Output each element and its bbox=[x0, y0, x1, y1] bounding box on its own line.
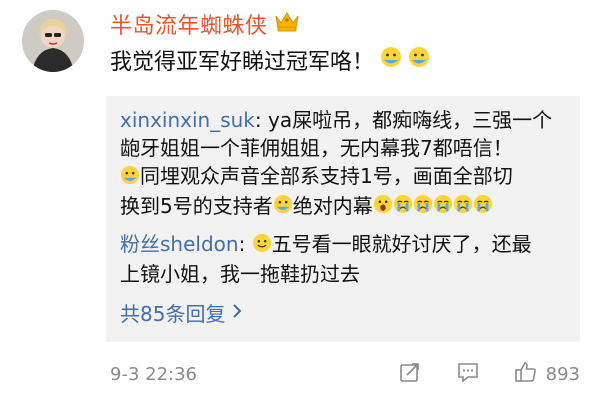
face-emoji-icon bbox=[380, 46, 402, 74]
reply-line: 上镜小姐，我一拖鞋扔过去 bbox=[120, 261, 360, 286]
crying-emoji-icon bbox=[453, 193, 473, 221]
crown-icon bbox=[274, 10, 300, 38]
crying-emoji-icon bbox=[433, 193, 453, 221]
shocked-emoji-icon bbox=[373, 193, 393, 221]
reply-line: 龅牙姐姐一个菲佣姐姐，无内幕我7都唔信！ bbox=[120, 136, 513, 160]
comment-text-row: 我觉得亚军好睇过冠军咯！ bbox=[110, 44, 430, 76]
smile-emoji-icon bbox=[252, 232, 272, 260]
avatar[interactable] bbox=[22, 10, 84, 72]
more-replies-label: 共85条回复 bbox=[120, 302, 226, 326]
more-replies-link[interactable]: 共85条回复 bbox=[120, 298, 243, 327]
comment-button[interactable] bbox=[456, 360, 480, 389]
reply-text: 换到5号的支持者 bbox=[120, 193, 273, 218]
reply-text: 同埋观众声音全部系支持1号，画面全部切 bbox=[140, 164, 513, 188]
reply-line: 换到5号的支持者 绝对内幕 bbox=[120, 192, 570, 222]
reply-box: xinxinxin_suk: ya屎啦吊，都痴嗨线，三强一个 龅牙姐姐一个菲佣姐… bbox=[106, 96, 580, 342]
username[interactable]: 半岛流年蜘蛛侠 bbox=[110, 8, 268, 40]
reply-separator: : bbox=[238, 232, 252, 256]
comment-text: 我觉得亚军好睇过冠军咯！ bbox=[110, 50, 375, 75]
username-row: 半岛流年蜘蛛侠 bbox=[110, 8, 300, 40]
face-emoji-icon bbox=[120, 164, 140, 192]
reply-author[interactable]: 粉丝sheldon bbox=[120, 232, 239, 256]
reply-item: xinxinxin_suk: ya屎啦吊，都痴嗨线，三强一个 龅牙姐姐一个菲佣姐… bbox=[120, 106, 570, 221]
like-count: 893 bbox=[545, 363, 580, 385]
action-bar: 893 bbox=[398, 360, 580, 388]
chevron-right-icon bbox=[231, 301, 243, 325]
face-emoji-icon bbox=[273, 193, 293, 221]
crying-emoji-icon bbox=[393, 193, 413, 221]
reply-separator: : bbox=[254, 108, 268, 132]
like-button[interactable]: 893 bbox=[514, 360, 580, 389]
crying-emoji-icon bbox=[413, 193, 433, 221]
share-button[interactable] bbox=[398, 360, 422, 389]
reply-text: 五号看一眼就好讨厌了，还最 bbox=[271, 232, 532, 256]
reply-line: 同埋观众声音全部系支持1号，画面全部切 bbox=[120, 162, 570, 192]
comment-footer: 9-3 22:36 893 bbox=[110, 360, 580, 388]
reply-item: 粉丝sheldon: 五号看一眼就好讨厌了，还最 上镜小姐，我一拖鞋扔过去 bbox=[120, 230, 570, 288]
crying-emoji-icon bbox=[473, 193, 493, 221]
like-icon bbox=[514, 360, 538, 389]
reply-text: ya屎啦吊，都痴嗨线，三强一个 bbox=[268, 108, 553, 132]
reply-text: 绝对内幕 bbox=[292, 193, 373, 218]
comment-icon bbox=[456, 360, 480, 389]
reply-author[interactable]: xinxinxin_suk bbox=[120, 108, 255, 132]
timestamp: 9-3 22:36 bbox=[110, 363, 197, 385]
reply-line: 粉丝sheldon: 五号看一眼就好讨厌了，还最 bbox=[120, 230, 570, 260]
share-icon bbox=[398, 360, 422, 389]
face-emoji-icon bbox=[408, 46, 430, 74]
reply-line: xinxinxin_suk: ya屎啦吊，都痴嗨线，三强一个 bbox=[120, 106, 570, 134]
